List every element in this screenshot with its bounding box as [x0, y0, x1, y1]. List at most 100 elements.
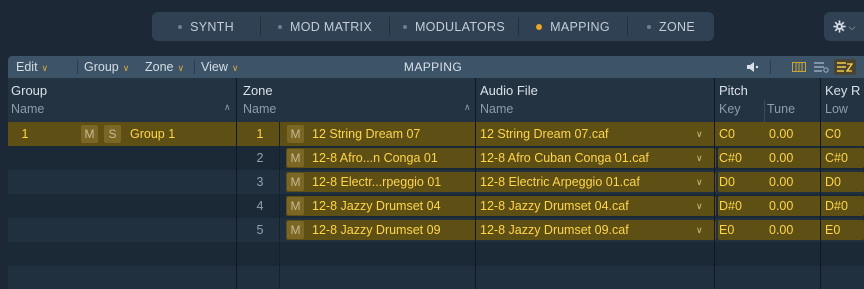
column-title: Key R	[825, 83, 861, 98]
zone-index: 4	[256, 199, 264, 213]
zone-index: 1	[256, 127, 264, 141]
tune-subtitle: Tune	[767, 102, 796, 116]
column-title: Pitch	[719, 83, 748, 98]
tab-indicator-dot	[278, 24, 283, 29]
tab-label: MAPPING	[550, 19, 610, 34]
audio-file-name[interactable]: 12-8 Jazzy Drumset 09.caf	[480, 218, 692, 242]
menu-label: Group	[84, 60, 119, 74]
zone-index: 3	[256, 175, 264, 189]
chevron-down-icon: ∨	[231, 62, 239, 73]
edit-menu[interactable]: Edit ∨	[16, 56, 48, 78]
tab-mapping[interactable]: MAPPING	[519, 12, 627, 41]
zone-menu[interactable]: Zone ∨	[145, 56, 184, 78]
tab-bar: SYNTH MOD MATRIX MODULATORS MAPPING ZONE	[152, 12, 714, 41]
audio-file-name[interactable]: 12 String Dream 07.caf	[480, 122, 692, 146]
menu-label: Edit	[16, 60, 38, 74]
pitch-column-header[interactable]: Pitch Key Tune	[719, 78, 819, 122]
pitch-tune[interactable]: 0.00	[769, 146, 815, 170]
group-mute-button[interactable]: M	[81, 125, 98, 143]
table-row[interactable]: 3 M 12-8 Electr...rpeggio 01 12-8 Electr…	[8, 170, 864, 194]
zone-mute-button[interactable]: M	[287, 125, 304, 143]
sort-ascending-icon: ∧	[224, 102, 231, 112]
key-range-low[interactable]: C0	[825, 122, 864, 146]
chevron-down-icon[interactable]: ∨	[696, 194, 703, 218]
chevron-down-icon[interactable]: ∨	[696, 218, 703, 242]
table-row[interactable]: 5 M 12-8 Jazzy Drumset 09 12-8 Jazzy Dru…	[8, 218, 864, 242]
toolbar-divider	[77, 60, 78, 74]
chevron-down-icon[interactable]: ∨	[696, 122, 703, 146]
tab-modulators[interactable]: MODULATORS	[390, 12, 518, 41]
settings-menu-button[interactable]: ⌵	[824, 12, 864, 41]
zone-name[interactable]: 12-8 Afro...n Conga 01	[312, 146, 474, 170]
key-range-column-header[interactable]: Key R Low	[825, 78, 864, 122]
tab-active-dot	[536, 23, 543, 30]
chevron-down-icon[interactable]: ∨	[696, 146, 703, 170]
pitch-key[interactable]: E0	[719, 218, 759, 242]
chevron-down-icon: ∨	[41, 62, 49, 73]
group-name[interactable]: Group 1	[130, 122, 230, 146]
tab-label: SYNTH	[190, 19, 234, 34]
audio-file-name[interactable]: 12-8 Jazzy Drumset 04.caf	[480, 194, 692, 218]
tab-synth[interactable]: SYNTH	[152, 12, 260, 41]
key-range-low[interactable]: C#0	[825, 146, 864, 170]
column-subtitle: Name	[480, 102, 514, 116]
list-view-icon[interactable]	[812, 59, 830, 75]
column-subtitle: Name	[243, 102, 277, 116]
pitch-tune[interactable]: 0.00	[769, 194, 815, 218]
toolbar-divider	[194, 60, 195, 74]
table-row[interactable]: 4 M 12-8 Jazzy Drumset 04 12-8 Jazzy Dru…	[8, 194, 864, 218]
group-column-header[interactable]: Group Name ∧	[11, 78, 233, 122]
table-row[interactable]: 1 M S Group 1 1 M 12 String Dream 07 12 …	[8, 122, 864, 146]
view-menu[interactable]: View ∨	[201, 56, 238, 78]
tab-indicator-dot	[402, 24, 407, 29]
chevron-down-icon[interactable]: ∨	[696, 170, 703, 194]
pitch-key[interactable]: C#0	[719, 146, 759, 170]
zone-name[interactable]: 12-8 Electr...rpeggio 01	[312, 170, 474, 194]
gear-icon	[832, 20, 846, 33]
tab-indicator-dot	[647, 24, 652, 29]
tab-zone[interactable]: ZONE	[628, 12, 714, 41]
group-solo-button[interactable]: S	[104, 125, 121, 143]
zone-name[interactable]: 12-8 Jazzy Drumset 04	[312, 194, 474, 218]
audio-file-name[interactable]: 12-8 Afro Cuban Conga 01.caf	[480, 146, 692, 170]
keyboard-icon[interactable]	[790, 59, 808, 75]
key-subtitle: Key	[719, 102, 741, 116]
tab-mod-matrix[interactable]: MOD MATRIX	[261, 12, 389, 41]
column-divider	[236, 78, 237, 289]
sort-ascending-icon: ∧	[464, 102, 471, 112]
pitch-tune[interactable]: 0.00	[769, 218, 815, 242]
sort-az-icon[interactable]	[834, 59, 856, 75]
key-range-low[interactable]: D#0	[825, 194, 864, 218]
empty-row	[8, 266, 864, 289]
table-header: Group Name ∧ Zone Name ∧ Audio File Name…	[8, 78, 864, 122]
tab-label: MOD MATRIX	[290, 19, 372, 34]
top-bar: SYNTH MOD MATRIX MODULATORS MAPPING ZONE	[0, 0, 864, 56]
table-row[interactable]: 2 M 12-8 Afro...n Conga 01 12-8 Afro Cub…	[8, 146, 864, 170]
pitch-tune[interactable]: 0.00	[769, 170, 815, 194]
zone-index: 5	[256, 223, 264, 237]
zone-column-header[interactable]: Zone Name ∧	[243, 78, 473, 122]
key-range-low[interactable]: D0	[825, 170, 864, 194]
zone-mute-button[interactable]: M	[287, 149, 304, 167]
group-index: 1	[21, 127, 29, 141]
audio-file-column-header[interactable]: Audio File Name	[480, 78, 710, 122]
zone-name[interactable]: 12 String Dream 07	[312, 122, 474, 146]
pitch-key[interactable]: D0	[719, 170, 759, 194]
zone-mute-button[interactable]: M	[287, 197, 304, 215]
column-title: Group	[11, 83, 48, 98]
pitch-key[interactable]: D#0	[719, 194, 759, 218]
column-subtitle: Name	[11, 102, 45, 116]
pitch-key[interactable]: C0	[719, 122, 759, 146]
speaker-icon[interactable]	[744, 59, 762, 75]
zone-name[interactable]: 12-8 Jazzy Drumset 09	[312, 218, 474, 242]
zone-mute-button[interactable]: M	[287, 173, 304, 191]
audio-file-name[interactable]: 12-8 Electric Arpeggio 01.caf	[480, 170, 692, 194]
pitch-tune[interactable]: 0.00	[769, 122, 815, 146]
panel-title: MAPPING	[403, 60, 463, 74]
key-range-low[interactable]: E0	[825, 218, 864, 242]
group-menu[interactable]: Group ∨	[84, 56, 129, 78]
mapping-panel: Edit ∨ Group ∨ Zone ∨ View ∨ MAPPING Gro…	[8, 56, 864, 289]
mapping-toolbar: Edit ∨ Group ∨ Zone ∨ View ∨ MAPPING	[8, 56, 864, 78]
column-title: Zone	[243, 83, 273, 98]
zone-mute-button[interactable]: M	[287, 221, 304, 239]
